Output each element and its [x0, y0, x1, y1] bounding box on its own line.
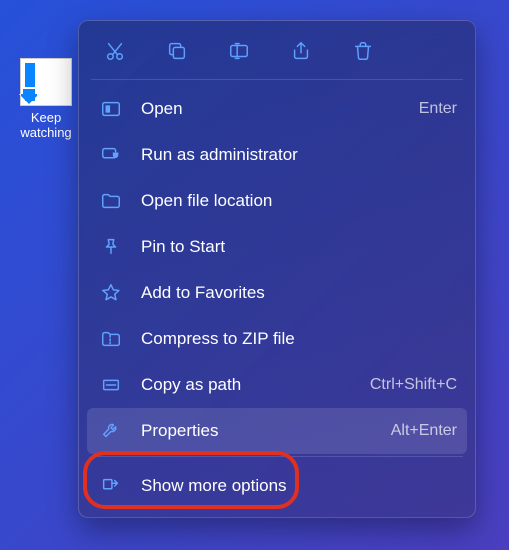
delete-icon[interactable] — [349, 37, 377, 65]
menu-label: Compress to ZIP file — [141, 329, 457, 349]
star-icon — [99, 281, 123, 305]
menu-label: Copy as path — [141, 375, 370, 395]
shortcut-thumbnail — [20, 58, 72, 106]
menu-item-open[interactable]: Open Enter — [87, 86, 467, 132]
menu-item-show-more-options[interactable]: Show more options — [87, 463, 467, 509]
menu-label: Pin to Start — [141, 237, 457, 257]
rename-icon[interactable] — [225, 37, 253, 65]
context-menu: Open Enter Run as administrator Open fil… — [78, 20, 476, 518]
copy-icon[interactable] — [163, 37, 191, 65]
menu-accel: Alt+Enter — [391, 422, 457, 440]
zip-icon — [99, 327, 123, 351]
desktop-shortcut[interactable]: Keep watching — [10, 58, 82, 140]
menu-label: Open file location — [141, 191, 457, 211]
menu-item-compress-to-zip[interactable]: Compress to ZIP file — [87, 316, 467, 362]
menu-item-run-as-admin[interactable]: Run as administrator — [87, 132, 467, 178]
wrench-icon — [99, 419, 123, 443]
share-icon[interactable] — [287, 37, 315, 65]
menu-item-properties[interactable]: Properties Alt+Enter — [87, 408, 467, 454]
folder-icon — [99, 189, 123, 213]
menu-label: Run as administrator — [141, 145, 457, 165]
path-icon — [99, 373, 123, 397]
menu-item-open-file-location[interactable]: Open file location — [87, 178, 467, 224]
cut-icon[interactable] — [101, 37, 129, 65]
menu-label: Show more options — [141, 476, 457, 496]
menu-label: Open — [141, 99, 419, 119]
menu-label: Properties — [141, 421, 391, 441]
quick-action-toolbar — [87, 29, 467, 77]
menu-item-copy-as-path[interactable]: Copy as path Ctrl+Shift+C — [87, 362, 467, 408]
open-icon — [99, 97, 123, 121]
menu-divider — [91, 79, 463, 80]
more-icon — [99, 474, 123, 498]
menu-item-pin-to-start[interactable]: Pin to Start — [87, 224, 467, 270]
shortcut-label: Keep watching — [10, 110, 82, 140]
menu-accel: Ctrl+Shift+C — [370, 376, 457, 394]
menu-divider — [91, 456, 463, 457]
shield-icon — [99, 143, 123, 167]
pin-icon — [99, 235, 123, 259]
menu-item-add-to-favorites[interactable]: Add to Favorites — [87, 270, 467, 316]
menu-accel: Enter — [419, 100, 457, 118]
menu-label: Add to Favorites — [141, 283, 457, 303]
